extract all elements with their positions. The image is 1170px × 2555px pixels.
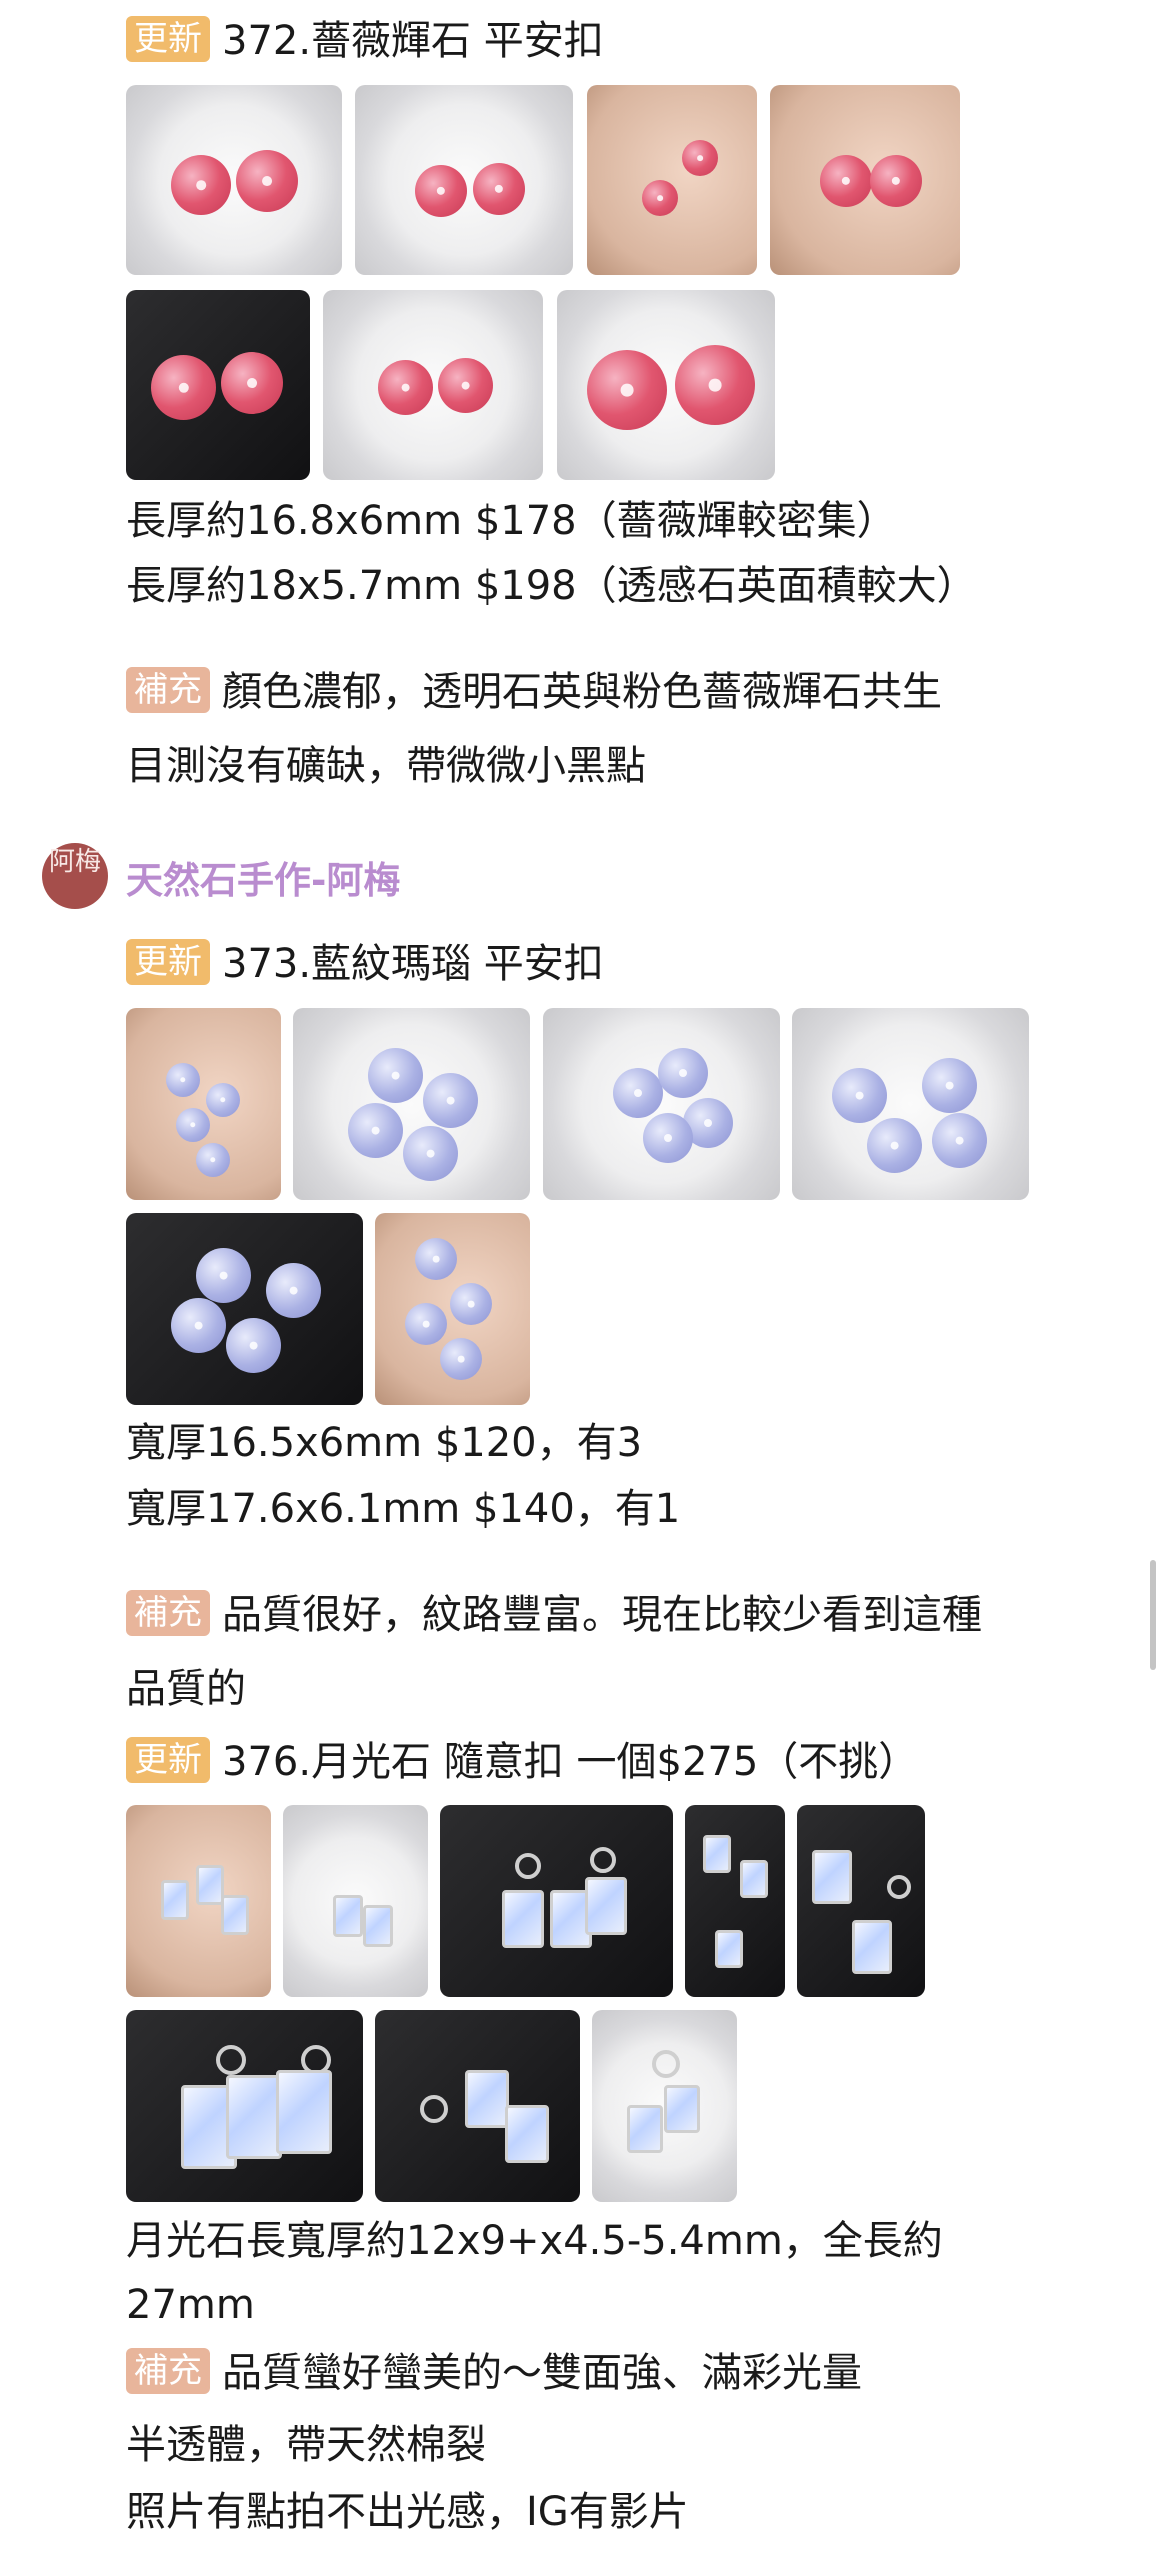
price-line: 寬厚16.5x6mm $120，有3: [126, 1420, 643, 1466]
photo-thumbnail[interactable]: [283, 1805, 428, 1997]
photo-thumbnail[interactable]: [126, 1008, 281, 1200]
author-name[interactable]: 天然石手作-阿梅: [126, 850, 400, 904]
photo-thumbnail[interactable]: [592, 2010, 737, 2202]
supplement-line: 目測沒有礦缺，帶微微小黑點: [126, 743, 646, 789]
photo-thumbnail[interactable]: [375, 1213, 530, 1405]
photo-thumbnail[interactable]: [126, 290, 310, 480]
photo-thumbnail[interactable]: [323, 290, 543, 480]
supplement-badge: 補充: [126, 667, 210, 713]
photo-thumbnail[interactable]: [126, 1213, 363, 1405]
scrollbar-thumb[interactable]: [1150, 1560, 1156, 1670]
update-badge: 更新: [126, 16, 210, 62]
photo-thumbnail[interactable]: [797, 1805, 925, 1997]
photo-thumbnail[interactable]: [770, 85, 960, 275]
spec-line: 月光石長寬厚約12x9+x4.5-5.4mm，全長約: [126, 2218, 943, 2264]
post-title: 更新 372.薔薇輝石 平安扣: [126, 12, 604, 70]
photo-thumbnail[interactable]: [685, 1805, 785, 1997]
photo-thumbnail[interactable]: [557, 290, 775, 480]
photo-thumbnail[interactable]: [440, 1805, 673, 1997]
supplement-badge: 補充: [126, 2348, 210, 2394]
post-title: 更新 376.月光石 隨意扣 一個$275（不挑）: [126, 1733, 918, 1791]
photo-thumbnail[interactable]: [293, 1008, 530, 1200]
photo-thumbnail[interactable]: [126, 2010, 363, 2202]
supplement-line: 補充 品質蠻好蠻美的～雙面強、滿彩光量: [126, 2344, 862, 2402]
photo-thumbnail[interactable]: [587, 85, 757, 275]
supplement-badge: 補充: [126, 1590, 210, 1636]
photo-thumbnail[interactable]: [355, 85, 573, 275]
photo-thumbnail[interactable]: [126, 1805, 271, 1997]
post-title-text: 372.薔薇輝石 平安扣: [222, 18, 604, 64]
photo-thumbnail[interactable]: [792, 1008, 1029, 1200]
price-line: 長厚約16.8x6mm $178（薔薇輝較密集）: [126, 498, 897, 544]
photo-thumbnail[interactable]: [543, 1008, 780, 1200]
supplement-line: 補充 顏色濃郁，透明石英與粉色薔薇輝石共生: [126, 663, 942, 721]
post-title-text: 373.藍紋瑪瑙 平安扣: [222, 941, 604, 987]
post-title-text: 376.月光石 隨意扣 一個$275（不挑）: [222, 1739, 919, 1785]
update-badge: 更新: [126, 939, 210, 985]
post-title: 更新 373.藍紋瑪瑙 平安扣: [126, 935, 604, 993]
supplement-line: 照片有點拍不出光感，IG有影片: [126, 2489, 689, 2535]
price-line: 長厚約18x5.7mm $198（透感石英面積較大）: [126, 563, 977, 609]
author-avatar[interactable]: 阿梅: [42, 843, 108, 909]
supplement-line: 品質的: [126, 1666, 246, 1712]
price-line: 寬厚17.6x6.1mm $140，有1: [126, 1486, 681, 1532]
spec-line: 27mm: [126, 2282, 255, 2328]
photo-thumbnail[interactable]: [126, 85, 342, 275]
update-badge: 更新: [126, 1737, 210, 1783]
supplement-line: 半透體，帶天然棉裂: [126, 2422, 486, 2468]
supplement-line: 補充 品質很好，紋路豐富。現在比較少看到這種: [126, 1586, 982, 1644]
photo-thumbnail[interactable]: [375, 2010, 580, 2202]
